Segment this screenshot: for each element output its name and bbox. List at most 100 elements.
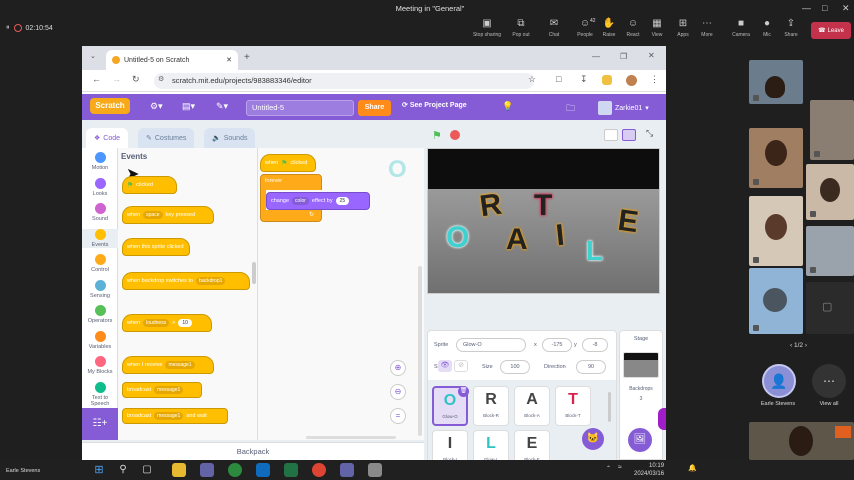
x-input[interactable]: -175	[542, 338, 572, 352]
script-scrollbar[interactable]	[418, 266, 422, 436]
minimize-icon[interactable]: —	[802, 3, 811, 13]
browser-menu-icon[interactable]: ⋮	[650, 74, 659, 85]
choose-backdrop-button[interactable]: 🖼	[628, 428, 652, 452]
stage-sprite-letter[interactable]: A	[506, 223, 528, 257]
category-looks[interactable]: Looks	[82, 177, 118, 197]
category-events[interactable]: Events	[82, 228, 118, 248]
search-icon[interactable]: ⚲	[116, 463, 130, 477]
profile-avatar[interactable]	[626, 75, 637, 86]
backdrop-thumbnail[interactable]	[623, 352, 659, 378]
backdrop-dropdown[interactable]: backdrop1	[196, 277, 226, 285]
back-icon[interactable]: ←	[92, 74, 101, 84]
tab-close-icon[interactable]: ✕	[226, 56, 232, 64]
participant-video[interactable]	[749, 268, 803, 334]
self-video[interactable]	[749, 422, 854, 460]
broadcast-and-wait-block[interactable]: broadcast message1 and wait	[122, 408, 228, 424]
my-stuff-folder-icon[interactable]: 🗀	[566, 101, 575, 117]
file-explorer-icon[interactable]	[172, 463, 186, 477]
start-windows-icon[interactable]: ⊞	[92, 463, 106, 477]
tutorials-lightbulb-icon[interactable]: 💡	[502, 101, 513, 112]
category-motion[interactable]: Motion	[82, 152, 118, 171]
tab-sounds[interactable]: 🔈 Sounds	[204, 128, 256, 148]
large-stage-icon[interactable]	[622, 129, 636, 141]
tab-code[interactable]: ❖ Code	[86, 128, 129, 148]
stage-sprite-letter[interactable]: T	[534, 189, 552, 223]
show-visible-icon[interactable]: 👁	[438, 360, 452, 372]
zoom-out-button[interactable]: ⊖	[390, 384, 406, 400]
download-icon[interactable]: ↧	[580, 74, 588, 85]
scratch-logo[interactable]: Scratch	[90, 98, 130, 114]
change-effect-block[interactable]: change color effect by 25	[266, 192, 370, 210]
stage-sprite-letter[interactable]: L	[586, 235, 603, 267]
stage-sprite-letter[interactable]: O	[446, 221, 469, 255]
choose-sprite-button[interactable]: 🐱	[582, 428, 604, 450]
loudness-value[interactable]: 10	[178, 319, 192, 327]
tab-search-icon[interactable]: ⌄	[90, 52, 96, 60]
stop-button[interactable]	[450, 130, 460, 140]
tab-costumes[interactable]: ✎ Costumes	[138, 128, 195, 148]
toolbar-chat-button[interactable]: ✉ Chat	[537, 18, 571, 38]
site-info-icon[interactable]: ⚙	[158, 75, 164, 83]
backpack-bar[interactable]: Backpack	[82, 442, 424, 460]
teams-taskbar-icon[interactable]	[200, 463, 214, 477]
fullscreen-icon[interactable]: ⤡	[646, 128, 653, 139]
chevron-right-icon[interactable]: ›	[805, 342, 807, 349]
chevron-left-icon[interactable]: ‹	[790, 342, 792, 349]
palette-scrollbar[interactable]	[252, 262, 256, 284]
extension-badge-icon[interactable]	[602, 75, 612, 85]
wifi-icon[interactable]: ≈	[618, 464, 622, 471]
effect-amount[interactable]: 25	[335, 197, 350, 205]
task-view-icon[interactable]: ▢	[140, 463, 154, 477]
category-control[interactable]: Control	[82, 254, 118, 273]
toolbar-more-button[interactable]: ⋯ More	[690, 18, 724, 38]
script-horizontal-scrollbar[interactable]	[306, 436, 396, 439]
sprite-list-scrollbar[interactable]	[608, 392, 611, 422]
view-all-button[interactable]: ⋯	[812, 364, 846, 398]
url-field[interactable]: scratch.mit.edu/projects/983883346/edito…	[154, 73, 534, 89]
toolbar-share-screen-button[interactable]: ▣ Stop sharing	[470, 18, 504, 38]
participant-video[interactable]	[749, 60, 803, 104]
close-icon[interactable]: ✕	[842, 3, 850, 14]
direction-input[interactable]: 90	[576, 360, 606, 374]
excel-icon[interactable]	[284, 463, 298, 477]
see-project-page-button[interactable]: ⟳ See Project Page	[402, 101, 467, 109]
when-key-pressed-block[interactable]: when space key pressed	[122, 206, 214, 224]
message-dropdown[interactable]: message1	[165, 361, 195, 369]
notification-bell-icon[interactable]: 🔔	[688, 464, 697, 472]
extensions-icon[interactable]: □	[556, 74, 561, 84]
sprite-thumbnail[interactable]: A Block-A	[514, 386, 550, 426]
pause-icon[interactable]: ⏸	[6, 24, 10, 32]
green-flag-button[interactable]: ⚑	[432, 129, 442, 142]
stage-canvas[interactable]: ORATILE	[427, 148, 660, 294]
toolbar-popout-button[interactable]: ⧉ Pop out	[504, 18, 538, 38]
tray-chevron-icon[interactable]: ⌃	[606, 465, 611, 472]
when-backdrop-switches-block[interactable]: when backdrop switches to backdrop1	[122, 272, 250, 290]
browser-minimize-icon[interactable]: —	[592, 52, 600, 61]
participant-video[interactable]	[806, 164, 854, 220]
zoom-in-button[interactable]: ⊕	[390, 360, 406, 376]
category-variables[interactable]: Variables	[82, 330, 118, 350]
small-stage-icon[interactable]	[604, 129, 618, 141]
new-tab-icon[interactable]: +	[244, 52, 250, 63]
sprite-thumbnail[interactable]: E Block-E	[514, 430, 550, 460]
teams-chat-icon[interactable]	[340, 463, 354, 477]
browser-tab[interactable]: Untitled-5 on Scratch ✕	[106, 50, 238, 70]
script-when-flag-clicked[interactable]: when ⚑ clicked	[260, 154, 316, 172]
zoom-reset-button[interactable]: =	[390, 408, 406, 424]
sprite-thumbnail[interactable]: R Block-R	[473, 386, 509, 426]
toolbar-share-button[interactable]: ⇪ Share	[774, 18, 808, 38]
participant-video[interactable]	[749, 196, 803, 266]
outlook-icon[interactable]	[256, 463, 270, 477]
app-icon[interactable]	[368, 463, 382, 477]
browser-close-icon[interactable]: ✕	[648, 51, 655, 60]
when-sprite-clicked-block[interactable]: when this sprite clicked	[122, 238, 190, 256]
system-clock[interactable]: 10:19 2024/03/16	[634, 462, 664, 478]
broadcast-block[interactable]: broadcast message1	[122, 382, 202, 398]
category-text-to-speech[interactable]: Text to Speech	[82, 381, 118, 407]
edge-icon[interactable]	[228, 463, 242, 477]
project-title-input[interactable]: Untitled-5	[246, 100, 354, 116]
bookmark-star-icon[interactable]: ☆	[528, 74, 536, 85]
size-input[interactable]: 100	[500, 360, 530, 374]
stage-sprite-letter[interactable]: R	[478, 188, 504, 225]
effect-dropdown[interactable]: color	[292, 197, 309, 205]
